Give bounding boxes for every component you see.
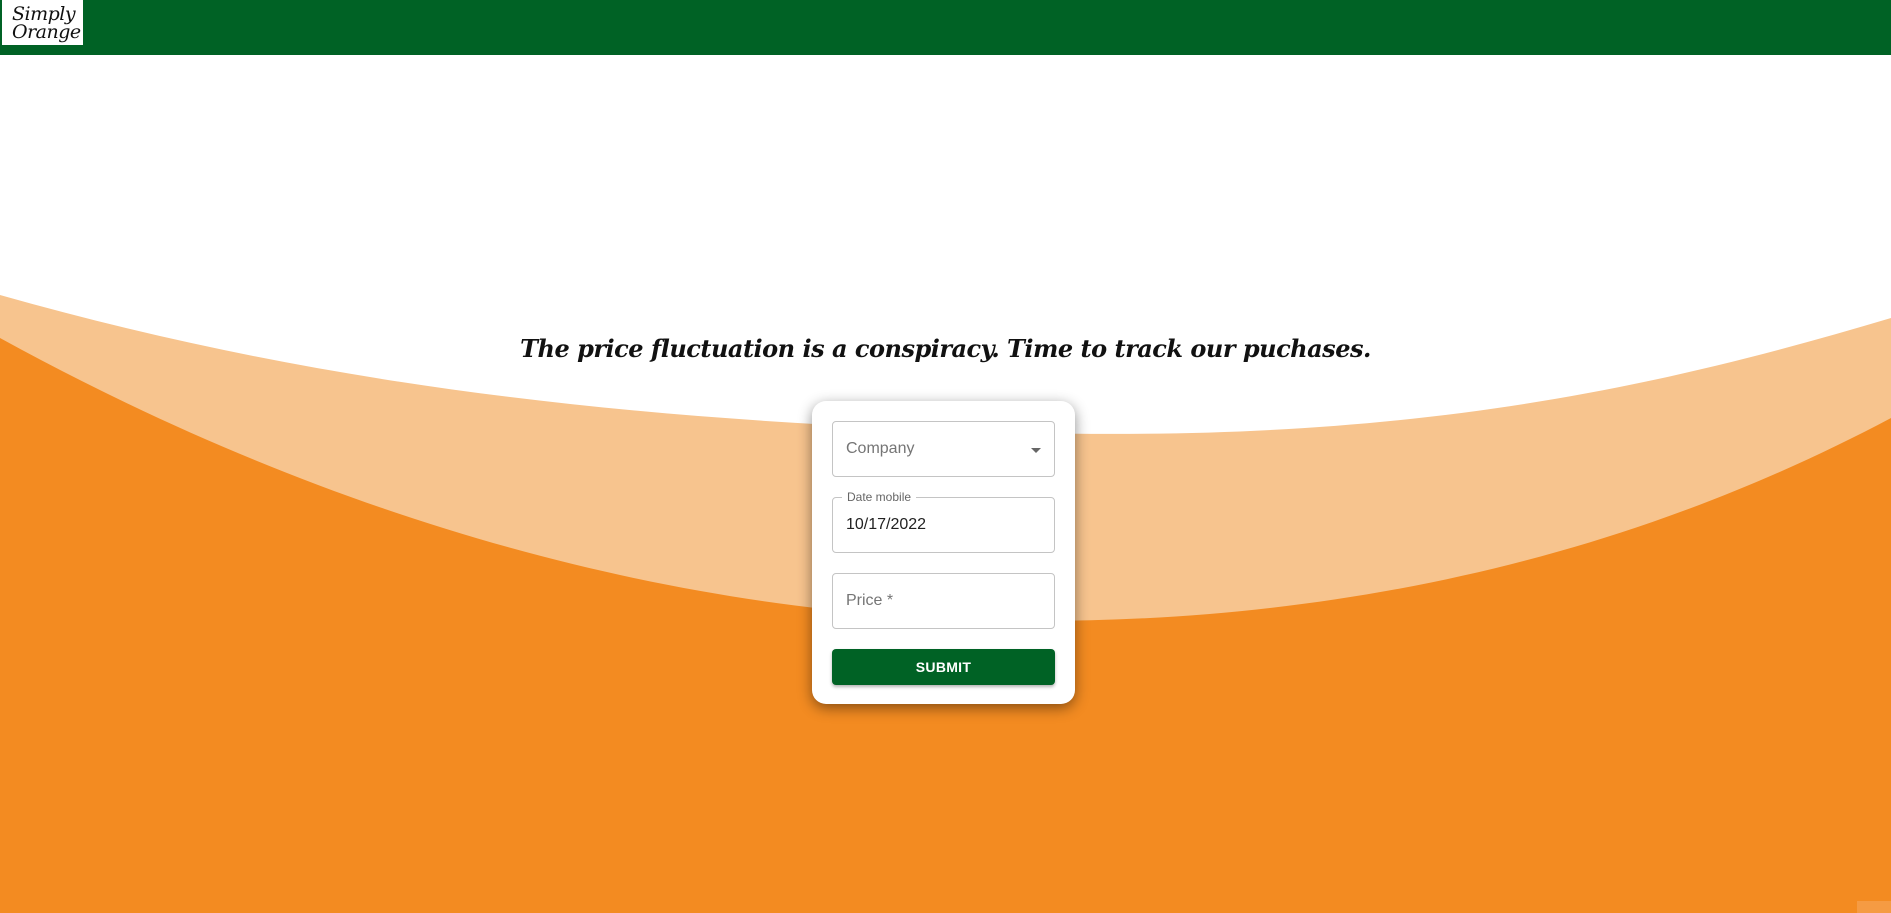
logo-line-2: Orange xyxy=(12,20,81,43)
submit-button[interactable]: SUBMIT xyxy=(832,649,1055,685)
page: Simply Orange The price fluctuation is a… xyxy=(0,0,1891,913)
company-placeholder: Company xyxy=(846,440,915,457)
date-label: Date mobile xyxy=(842,490,917,504)
caret-down-icon[interactable] xyxy=(1031,448,1041,453)
simply-orange-logo[interactable]: Simply Orange xyxy=(2,0,83,45)
corner-widget xyxy=(1857,901,1891,913)
top-bar: Simply Orange xyxy=(0,0,1891,55)
page-tagline: The price fluctuation is a conspiracy. T… xyxy=(520,334,1371,363)
company-select[interactable]: Company xyxy=(832,421,1055,477)
purchase-form-card: Company Date mobile 10/17/2022 Price * S… xyxy=(812,401,1075,704)
logo-line-1: Simply xyxy=(12,2,76,25)
date-field[interactable]: Date mobile 10/17/2022 xyxy=(832,490,1055,553)
price-placeholder: Price * xyxy=(846,592,894,609)
price-field[interactable]: Price * xyxy=(832,573,1055,629)
date-value: 10/17/2022 xyxy=(846,516,927,533)
